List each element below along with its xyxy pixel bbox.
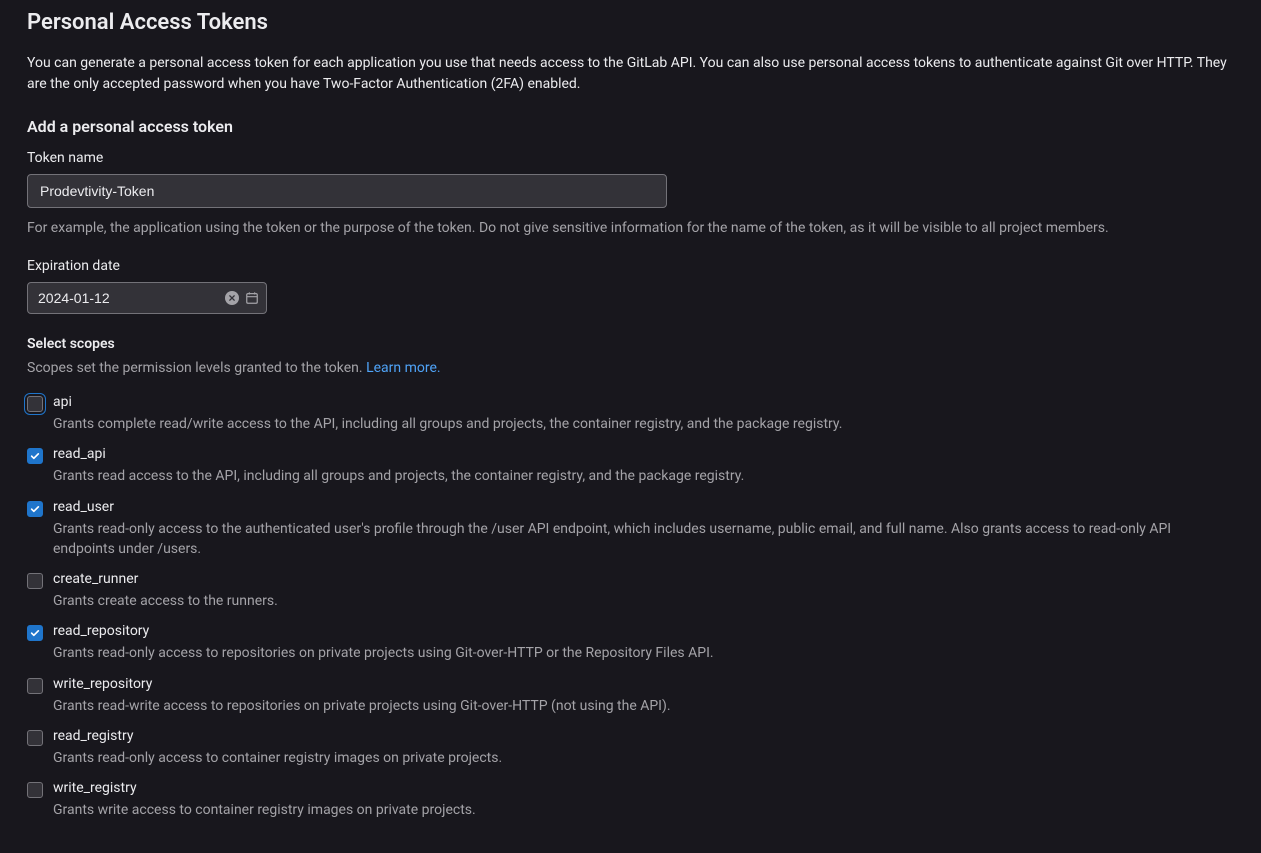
expiration-field[interactable] (27, 282, 267, 314)
scope-checkbox-create_runner[interactable] (27, 573, 43, 589)
scope-label-write_repository[interactable]: write_repository (53, 676, 152, 692)
scopes-list: api Grants complete read/write access to … (27, 394, 1234, 821)
scope-label-read_registry[interactable]: read_registry (53, 728, 133, 744)
expiration-input[interactable] (38, 290, 219, 306)
token-name-label: Token name (27, 150, 1234, 166)
scope-desc-read_registry: Grants read-only access to container reg… (53, 748, 1234, 768)
token-name-helper: For example, the application using the t… (27, 220, 1234, 236)
scope-label-write_registry[interactable]: write_registry (53, 780, 137, 796)
scope-item-read_repository: read_repository Grants read-only access t… (27, 623, 1234, 663)
scope-desc-read_repository: Grants read-only access to repositories … (53, 643, 1234, 663)
scope-checkbox-read_repository[interactable] (27, 625, 43, 641)
scope-label-read_user[interactable]: read_user (53, 499, 114, 515)
scope-checkbox-read_user[interactable] (27, 501, 43, 517)
scopes-label: Select scopes (27, 336, 1234, 352)
token-name-input[interactable] (27, 174, 667, 208)
scope-checkbox-read_registry[interactable] (27, 730, 43, 746)
page-description: You can generate a personal access token… (27, 53, 1234, 95)
scope-item-api: api Grants complete read/write access to … (27, 394, 1234, 434)
scopes-helper: Scopes set the permission levels granted… (27, 360, 1234, 376)
scope-label-api[interactable]: api (53, 394, 72, 410)
scope-item-write_registry: write_registry Grants write access to con… (27, 780, 1234, 820)
scope-desc-write_registry: Grants write access to container registr… (53, 800, 1234, 820)
scope-item-write_repository: write_repository Grants read-write access… (27, 676, 1234, 716)
form-heading: Add a personal access token (27, 117, 1234, 136)
scopes-helper-text: Scopes set the permission levels granted… (27, 360, 366, 376)
page-title: Personal Access Tokens (27, 10, 1234, 35)
scope-desc-write_repository: Grants read-write access to repositories… (53, 696, 1234, 716)
scope-label-create_runner[interactable]: create_runner (53, 571, 138, 587)
scope-label-read_repository[interactable]: read_repository (53, 623, 149, 639)
calendar-icon[interactable] (245, 290, 259, 306)
scope-desc-create_runner: Grants create access to the runners. (53, 591, 1234, 611)
scope-item-read_registry: read_registry Grants read-only access to … (27, 728, 1234, 768)
scope-checkbox-read_api[interactable] (27, 448, 43, 464)
scope-desc-api: Grants complete read/write access to the… (53, 414, 1234, 434)
scope-item-read_api: read_api Grants read access to the API, i… (27, 446, 1234, 486)
scope-checkbox-write_repository[interactable] (27, 678, 43, 694)
scope-desc-read_api: Grants read access to the API, including… (53, 466, 1234, 486)
clear-icon[interactable] (225, 290, 239, 306)
scope-item-create_runner: create_runner Grants create access to the… (27, 571, 1234, 611)
learn-more-link[interactable]: Learn more. (366, 360, 441, 376)
scope-desc-read_user: Grants read-only access to the authentic… (53, 519, 1234, 560)
expiration-label: Expiration date (27, 258, 1234, 274)
scope-checkbox-write_registry[interactable] (27, 782, 43, 798)
scope-checkbox-api[interactable] (27, 396, 43, 412)
scope-item-read_user: read_user Grants read-only access to the … (27, 499, 1234, 560)
scope-label-read_api[interactable]: read_api (53, 446, 106, 462)
